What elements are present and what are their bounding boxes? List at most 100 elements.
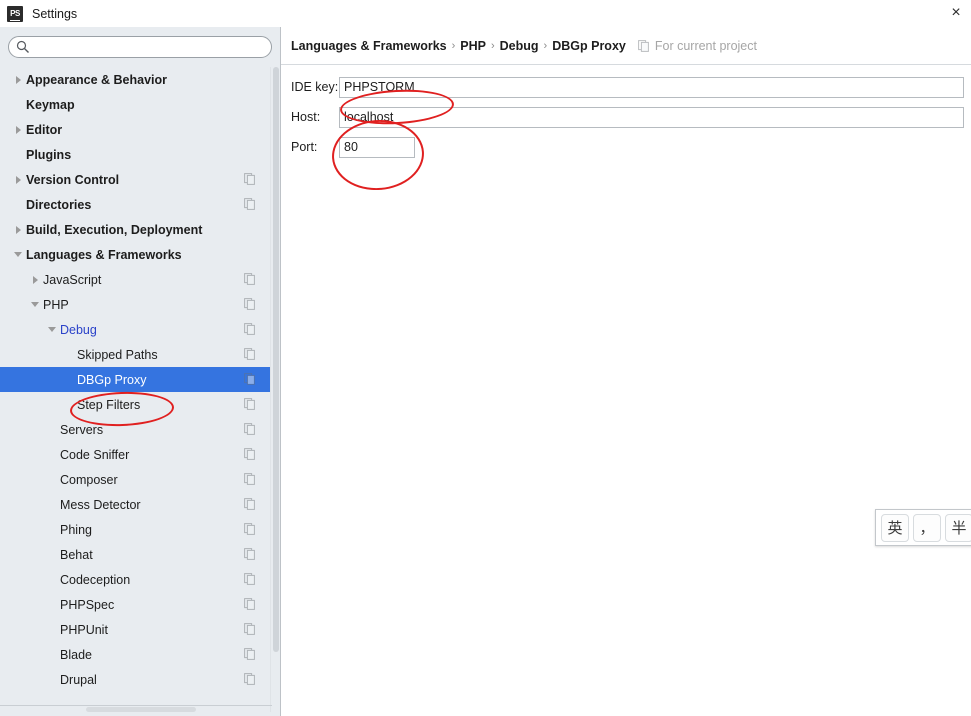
ide-key-label: IDE key:	[291, 80, 339, 94]
search-input[interactable]	[8, 36, 272, 58]
host-input[interactable]	[339, 106, 964, 128]
sidebar-item-phing[interactable]: Phing	[0, 517, 272, 542]
sidebar-item-version-control[interactable]: Version Control	[0, 167, 272, 192]
sidebar-horizontal-scrollbar-track	[0, 705, 272, 706]
tree-indent-spacer	[44, 492, 60, 517]
copy-settings-icon	[244, 423, 255, 435]
chevron-down-icon[interactable]	[27, 292, 43, 317]
tree-indent-spacer	[44, 592, 60, 617]
settings-dialog-body: Appearance & Behavior Keymap Editor Plugins…	[0, 27, 971, 716]
sidebar-item-javascript[interactable]: JavaScript	[0, 267, 272, 292]
tree-indent-spacer	[44, 567, 60, 592]
sidebar-item-label: PHPSpec	[60, 597, 115, 612]
tree-indent-spacer	[10, 92, 26, 117]
sidebar-item-debug[interactable]: Debug	[0, 317, 272, 342]
copy-settings-icon	[244, 523, 255, 535]
ime-punctuation-toggle[interactable]: ，	[913, 513, 941, 542]
sidebar-item-label: Step Filters	[77, 397, 141, 412]
sidebar-horizontal-scroll-thumb[interactable]	[86, 707, 196, 712]
sidebar-item-phpspec[interactable]: PHPSpec	[0, 592, 272, 617]
copy-settings-icon	[637, 40, 649, 52]
sidebar-item-label: Version Control	[26, 172, 120, 187]
copy-settings-icon	[244, 273, 255, 285]
copy-settings-icon	[244, 673, 255, 685]
sidebar-item-blade[interactable]: Blade	[0, 642, 272, 667]
settings-sidebar: Appearance & Behavior Keymap Editor Plugins…	[0, 27, 281, 716]
breadcrumb: Languages & Frameworks › PHP › Debug › DBGp Pr…	[291, 39, 757, 53]
settings-content-panel: Languages & Frameworks › PHP › Debug › DBGp Pr…	[281, 27, 971, 716]
sidebar-item-phpunit[interactable]: PHPUnit	[0, 617, 272, 642]
copy-settings-icon	[244, 498, 255, 510]
chevron-down-icon[interactable]	[44, 317, 60, 342]
window-titlebar: PS Settings ×	[0, 0, 971, 27]
copy-settings-icon	[244, 323, 255, 335]
sidebar-item-label: Debug	[60, 322, 97, 337]
sidebar-item-editor[interactable]: Editor	[0, 117, 272, 142]
sidebar-item-appearance-behavior[interactable]: Appearance & Behavior	[0, 67, 272, 92]
tree-indent-spacer	[44, 417, 60, 442]
sidebar-item-skipped-paths[interactable]: Skipped Paths	[0, 342, 272, 367]
port-input[interactable]	[339, 136, 415, 158]
sidebar-item-label: Drupal	[60, 672, 97, 687]
sidebar-item-composer[interactable]: Composer	[0, 467, 272, 492]
settings-scope-label: For current project	[654, 39, 757, 53]
sidebar-item-directories[interactable]: Directories	[0, 192, 272, 217]
tree-indent-spacer	[44, 517, 60, 542]
chevron-right-icon[interactable]	[10, 217, 26, 242]
copy-settings-icon	[244, 373, 255, 385]
tree-indent-spacer	[61, 342, 77, 367]
copy-settings-icon	[244, 198, 255, 210]
sidebar-item-label: Plugins	[26, 147, 72, 162]
sidebar-item-label: Skipped Paths	[77, 347, 158, 362]
copy-settings-icon	[244, 648, 255, 660]
breadcrumb-crumb-languages-frameworks: Languages & Frameworks	[291, 39, 447, 53]
sidebar-item-label: Codeception	[60, 572, 131, 587]
tree-indent-spacer	[10, 142, 26, 167]
tree-indent-spacer	[10, 192, 26, 217]
breadcrumb-separator: ›	[451, 40, 456, 52]
chevron-right-icon[interactable]	[10, 167, 26, 192]
close-icon[interactable]: ×	[943, 2, 969, 24]
sidebar-item-php[interactable]: PHP	[0, 292, 272, 317]
chevron-right-icon[interactable]	[10, 117, 26, 142]
dbgp-proxy-form: IDE key: Host: Port:	[291, 72, 971, 162]
sidebar-item-label: Mess Detector	[60, 497, 141, 512]
sidebar-item-label: Composer	[60, 472, 118, 487]
host-label: Host:	[291, 110, 321, 124]
sidebar-item-label: Behat	[60, 547, 93, 562]
sidebar-item-keymap[interactable]: Keymap	[0, 92, 272, 117]
sidebar-item-step-filters[interactable]: Step Filters	[0, 392, 272, 417]
sidebar-item-label: PHPUnit	[60, 622, 108, 637]
host-row: Host:	[291, 102, 971, 132]
ime-floating-toolbar: 英，半	[875, 509, 971, 546]
ime-language-toggle[interactable]: 英	[881, 513, 909, 542]
sidebar-vertical-scrollbar[interactable]	[270, 67, 280, 712]
breadcrumb-crumb-debug: Debug	[499, 39, 539, 53]
sidebar-item-behat[interactable]: Behat	[0, 542, 272, 567]
sidebar-item-label: Languages & Frameworks	[26, 247, 182, 262]
chevron-right-icon[interactable]	[10, 67, 26, 92]
sidebar-item-servers[interactable]: Servers	[0, 417, 272, 442]
sidebar-item-plugins[interactable]: Plugins	[0, 142, 272, 167]
sidebar-item-languages-frameworks[interactable]: Languages & Frameworks	[0, 242, 272, 267]
sidebar-item-dbgp-proxy[interactable]: DBGp Proxy	[0, 367, 272, 392]
chevron-down-icon[interactable]	[10, 242, 26, 267]
sidebar-item-code-sniffer[interactable]: Code Sniffer	[0, 442, 272, 467]
tree-indent-spacer	[44, 617, 60, 642]
ime-width-toggle[interactable]: 半	[945, 513, 971, 542]
sidebar-item-codeception[interactable]: Codeception	[0, 567, 272, 592]
sidebar-item-label: Servers	[60, 422, 104, 437]
sidebar-item-build-execution-deployment[interactable]: Build, Execution, Deployment	[0, 217, 272, 242]
settings-tree[interactable]: Appearance & Behavior Keymap Editor Plugins…	[0, 67, 272, 712]
chevron-right-icon[interactable]	[27, 267, 43, 292]
sidebar-item-label: Directories	[26, 197, 92, 212]
tree-indent-spacer	[44, 542, 60, 567]
sidebar-item-label: PHP	[43, 297, 69, 312]
sidebar-item-mess-detector[interactable]: Mess Detector	[0, 492, 272, 517]
sidebar-item-drupal[interactable]: Drupal	[0, 667, 272, 692]
ide-key-input[interactable]	[339, 76, 964, 98]
copy-settings-icon	[244, 623, 255, 635]
sidebar-item-label: Keymap	[26, 97, 75, 112]
tree-indent-spacer	[44, 642, 60, 667]
sidebar-vertical-scroll-thumb[interactable]	[273, 67, 279, 652]
